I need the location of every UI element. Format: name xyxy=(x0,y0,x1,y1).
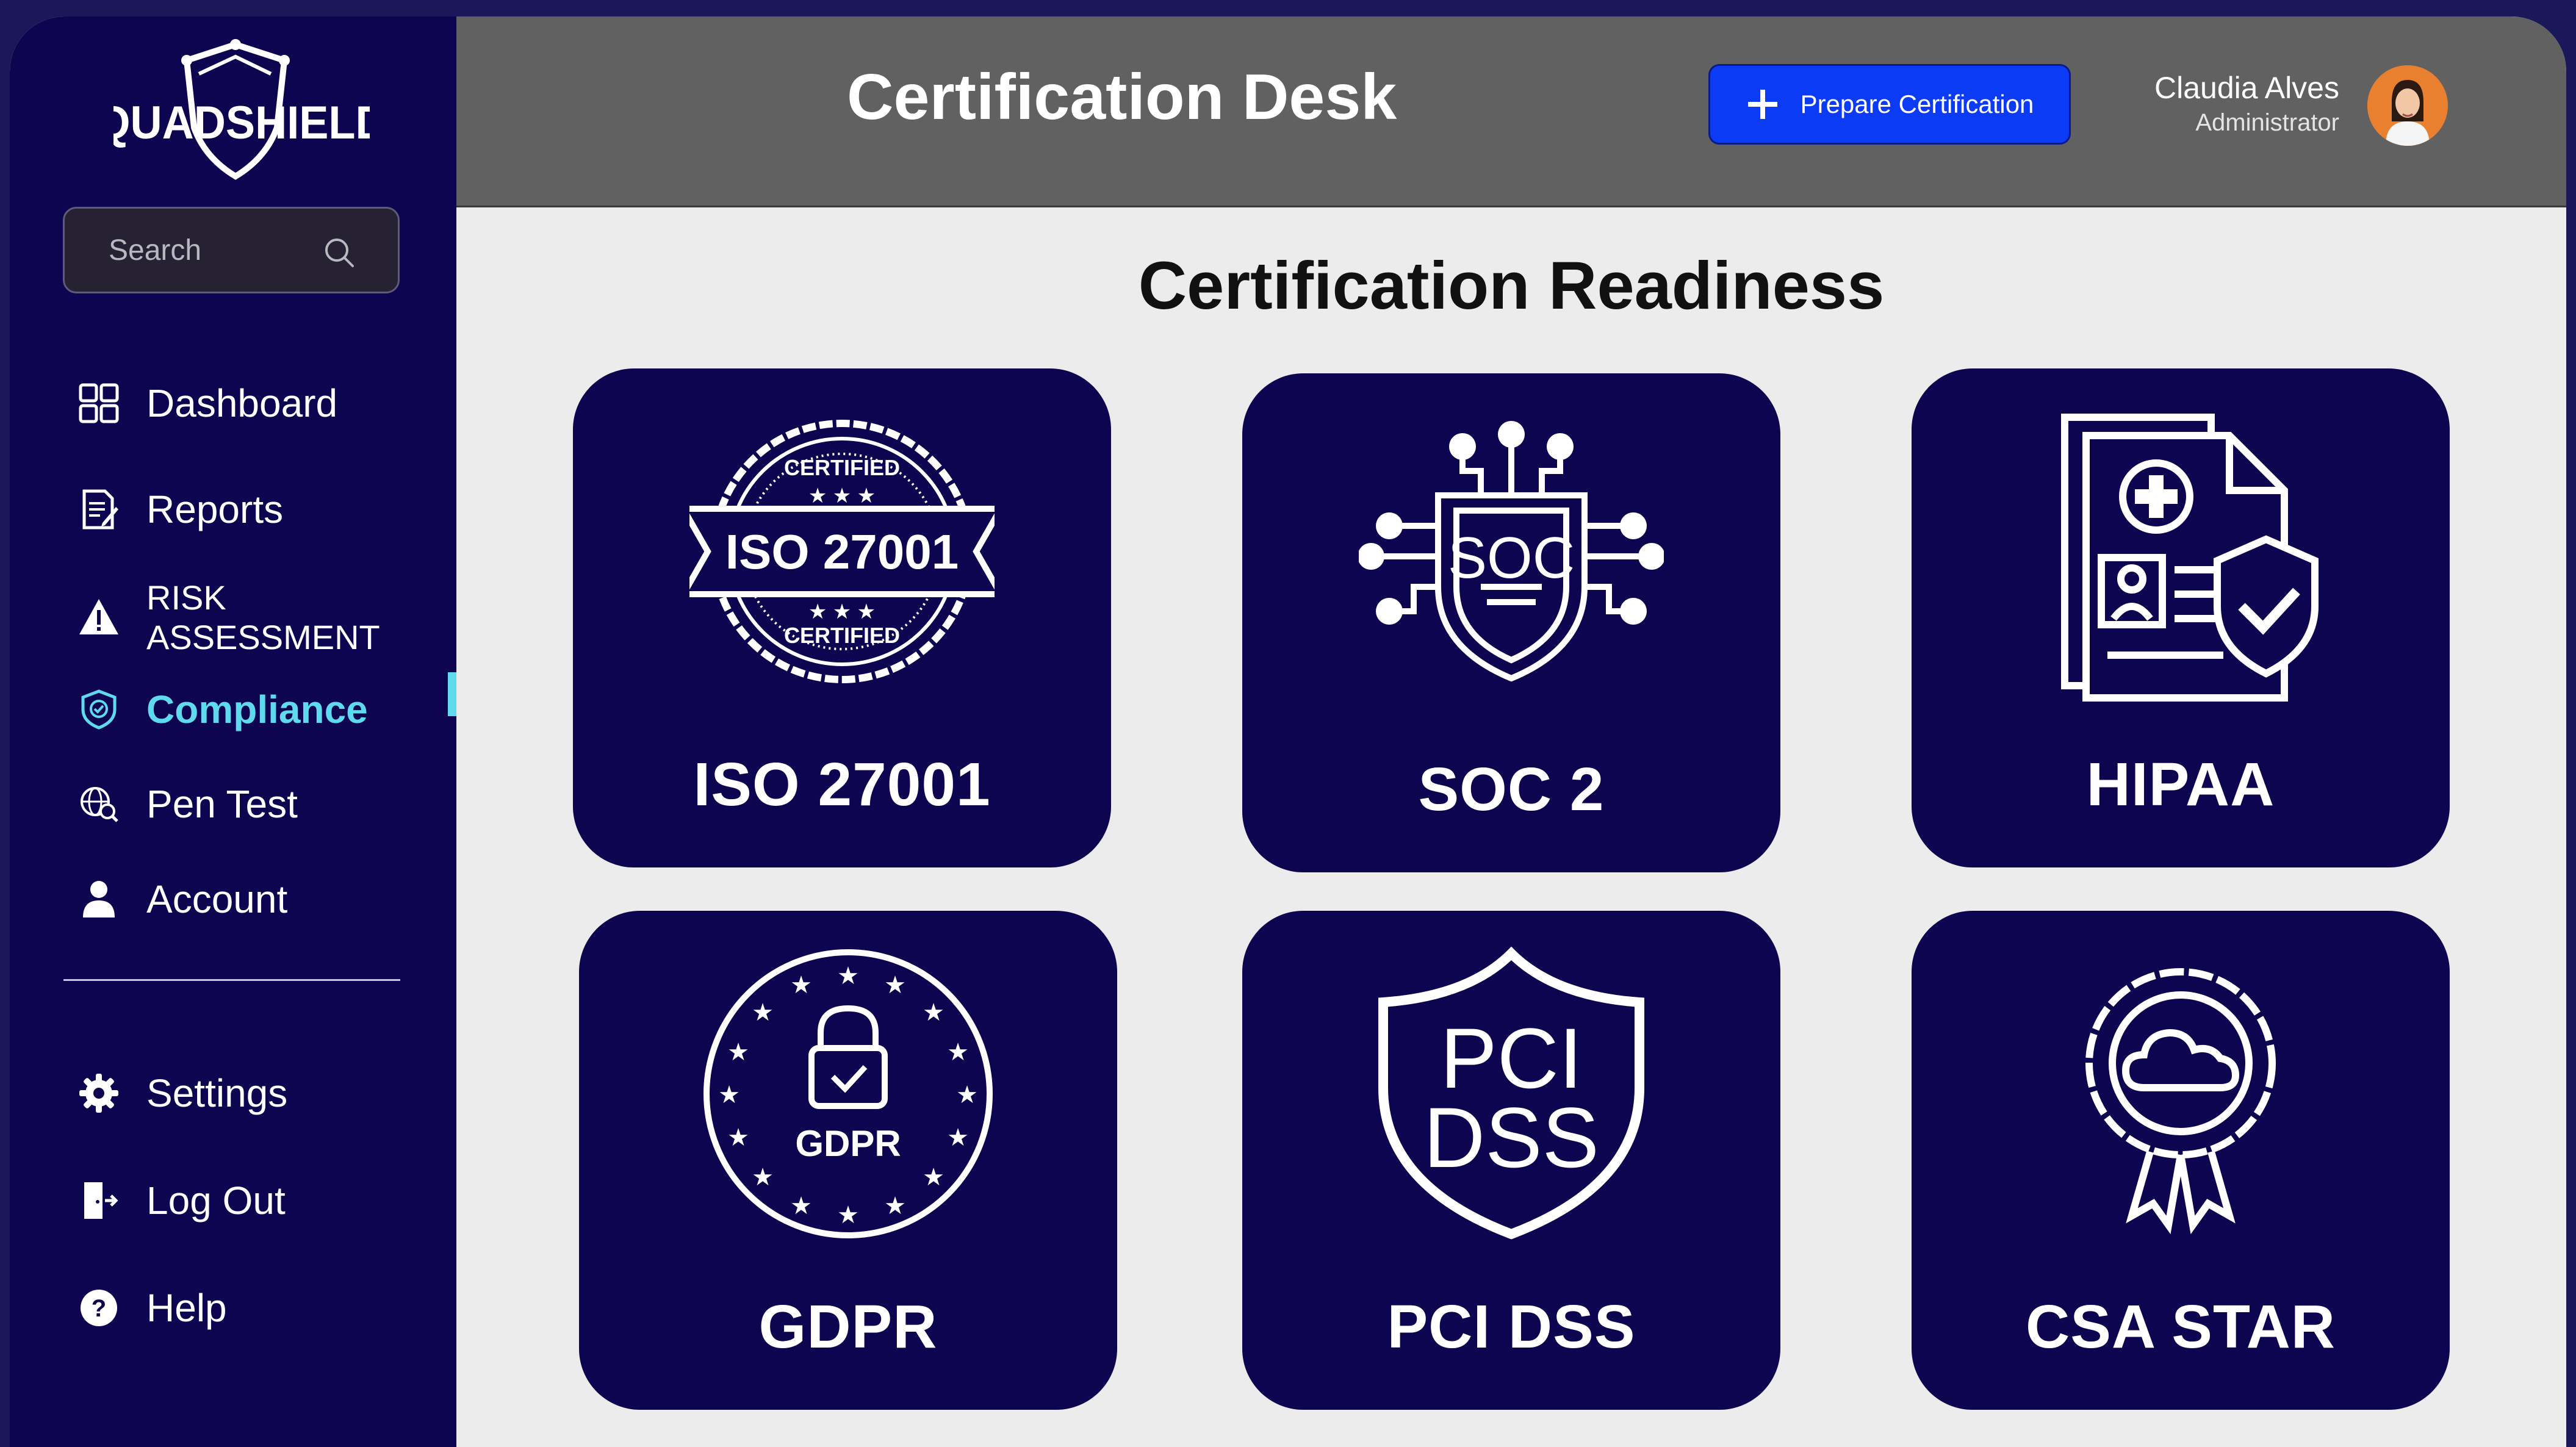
user-name: Claudia Alves xyxy=(2154,71,2339,105)
sidebar-item-label: Dashboard xyxy=(146,381,338,425)
card-label: GDPR xyxy=(758,1293,938,1361)
user-role: Administrator xyxy=(2195,109,2339,136)
sidebar-item-reports[interactable]: Reports xyxy=(78,485,283,534)
card-csa-star[interactable]: CSA STAR xyxy=(1912,911,2450,1410)
search-icon[interactable] xyxy=(322,235,356,270)
sidebar-item-label: Reports xyxy=(146,487,284,531)
sidebar-item-log-out[interactable]: Log Out xyxy=(78,1176,286,1225)
svg-text:★: ★ xyxy=(718,1081,740,1109)
soc-chip-shield-icon: SOC xyxy=(1359,421,1664,682)
gdpr-lock-stars-icon: ★ ★★ ★★★ ★★★ ★★★ ★★★ ★ GDPR xyxy=(703,949,993,1238)
sidebar-divider xyxy=(63,979,400,981)
plus-icon xyxy=(1747,90,1777,119)
quadshield-logo[interactable]: QUADSHIELD xyxy=(96,36,387,195)
card-label: SOC 2 xyxy=(1418,755,1605,824)
svg-text:★ ★ ★: ★ ★ ★ xyxy=(808,484,876,508)
card-pci-dss[interactable]: PCI DSS PCI DSS xyxy=(1242,911,1780,1410)
svg-text:ISO 27001: ISO 27001 xyxy=(725,525,959,579)
card-iso-27001[interactable]: CERTIFIED CERTIFIED ISO 27001 ★ ★ ★ ★ ★ … xyxy=(573,368,1111,867)
sidebar-item-pen-test[interactable]: Pen Test xyxy=(78,780,298,828)
svg-text:★: ★ xyxy=(790,1192,812,1220)
svg-text:★: ★ xyxy=(837,962,859,990)
prepare-certification-label: Prepare Certification xyxy=(1800,90,2034,118)
svg-text:SOC: SOC xyxy=(1448,525,1575,591)
svg-text:★: ★ xyxy=(923,1163,944,1191)
sidebar-item-account[interactable]: Account xyxy=(78,875,287,924)
sidebar-item-label: Settings xyxy=(146,1071,288,1115)
svg-text:★: ★ xyxy=(884,1192,906,1220)
svg-text:★: ★ xyxy=(947,1038,969,1066)
svg-text:CERTIFIED: CERTIFIED xyxy=(784,455,900,480)
svg-text:★: ★ xyxy=(752,999,774,1027)
search-placeholder: Search xyxy=(109,234,202,267)
svg-text:★: ★ xyxy=(752,1163,774,1191)
app-window: QUADSHIELD Search Dashboard xyxy=(10,16,2566,1447)
user-icon xyxy=(83,881,115,917)
svg-text:★: ★ xyxy=(727,1124,749,1152)
sidebar-item-help[interactable]: ? Help xyxy=(78,1284,227,1332)
sidebar-item-settings[interactable]: Settings xyxy=(78,1069,287,1118)
sidebar-item-label: Account xyxy=(146,877,288,921)
cloud-award-ribbon-icon xyxy=(2085,968,2276,1235)
pci-dss-shield-icon: PCI DSS xyxy=(1378,946,1644,1240)
svg-text:★: ★ xyxy=(837,1201,859,1229)
report-document-icon xyxy=(82,489,118,530)
page-title: Certification Desk xyxy=(847,61,1397,133)
medical-record-shield-icon xyxy=(2061,414,2319,702)
svg-text:★: ★ xyxy=(790,971,812,999)
sidebar-item-label: Help xyxy=(146,1286,227,1330)
gear-icon xyxy=(79,1074,118,1113)
svg-text:★: ★ xyxy=(884,971,906,999)
logout-door-icon xyxy=(84,1182,118,1219)
card-soc-2[interactable]: SOC SOC 2 xyxy=(1242,373,1780,872)
svg-text:★: ★ xyxy=(727,1038,749,1066)
card-label: PCI DSS xyxy=(1387,1293,1636,1361)
sidebar-item-risk-assessment[interactable]: RISK ASSESSMENT xyxy=(78,578,456,656)
card-label: ISO 27001 xyxy=(693,750,991,819)
warning-triangle-icon xyxy=(79,599,118,634)
sidebar-item-label: Pen Test xyxy=(146,782,298,826)
svg-text:DSS: DSS xyxy=(1423,1090,1599,1185)
card-gdpr[interactable]: ★ ★ ★ ★ ★ ★ ★ ★ ★ ★ ★ ★ ★ ★ ★ ★ GDPR GDPR xyxy=(579,911,1117,1410)
sidebar-item-label: Log Out xyxy=(146,1179,286,1223)
sidebar-item-label: Compliance xyxy=(146,688,368,731)
svg-text:QUADSHIELD: QUADSHIELD xyxy=(113,96,370,148)
sidebar-item-label: RISK ASSESSMENT xyxy=(146,578,380,656)
shield-check-icon xyxy=(81,689,117,730)
svg-text:★: ★ xyxy=(923,999,944,1027)
svg-text:CERTIFIED: CERTIFIED xyxy=(784,623,900,648)
avatar[interactable] xyxy=(2367,65,2448,146)
sidebar-item-compliance[interactable]: Compliance xyxy=(78,685,368,734)
svg-text:★: ★ xyxy=(956,1081,978,1109)
svg-text:?: ? xyxy=(92,1295,106,1322)
sidebar: QUADSHIELD Search Dashboard xyxy=(10,16,456,1447)
search-input[interactable]: Search xyxy=(63,207,400,293)
prepare-certification-button[interactable]: Prepare Certification xyxy=(1708,64,2071,145)
iso-certified-seal-icon: CERTIFIED CERTIFIED ISO 27001 ★ ★ ★ ★ ★ … xyxy=(689,420,995,683)
section-title: Certification Readiness xyxy=(1138,248,1885,323)
svg-text:★: ★ xyxy=(947,1124,969,1152)
sidebar-item-dashboard[interactable]: Dashboard xyxy=(78,379,337,428)
active-indicator xyxy=(448,672,456,716)
card-hipaa[interactable]: HIPAA xyxy=(1912,368,2450,867)
top-bar: Certification Desk Prepare Certification… xyxy=(456,16,2566,207)
svg-text:★ ★ ★: ★ ★ ★ xyxy=(808,600,876,623)
help-question-icon: ? xyxy=(81,1290,117,1326)
card-label: HIPAA xyxy=(2086,750,2275,819)
dashboard-icon xyxy=(79,383,119,423)
svg-text:GDPR: GDPR xyxy=(795,1123,901,1164)
card-label: CSA STAR xyxy=(2026,1293,2336,1361)
pen-test-globe-icon xyxy=(81,787,118,822)
